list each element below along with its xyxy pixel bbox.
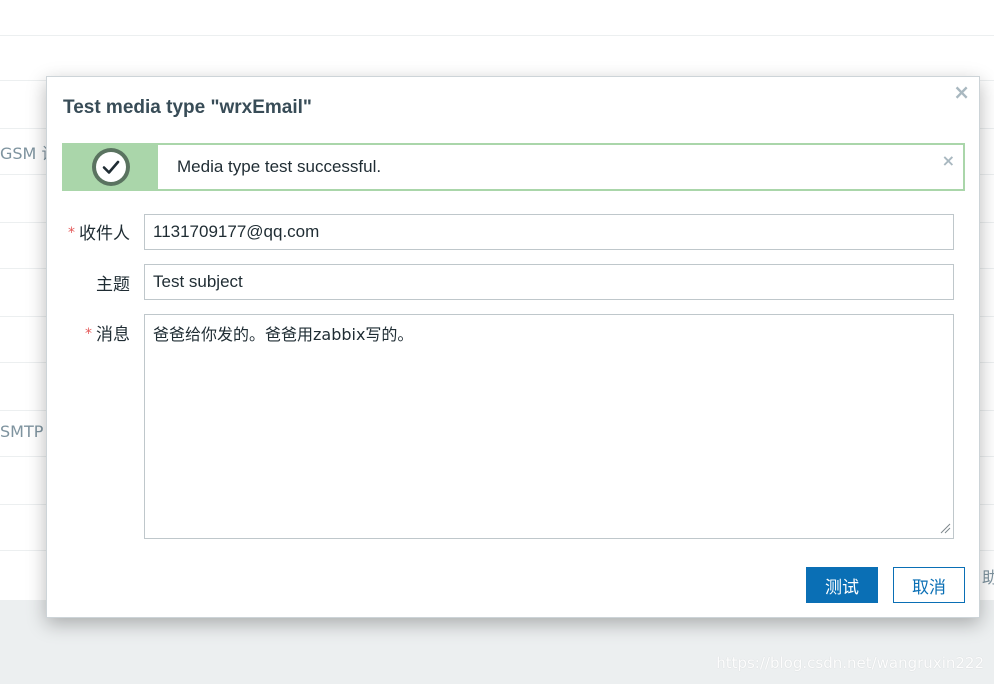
success-message: Media type test successful. × (62, 143, 965, 191)
message-text: Media type test successful. (177, 157, 382, 176)
dialog-title: Test media type "wrxEmail" (63, 97, 312, 118)
cancel-button[interactable]: 取消 (893, 567, 965, 603)
close-icon[interactable]: × (953, 82, 970, 102)
message-textarea[interactable]: 爸爸给你发的。爸爸用zabbix写的。 (144, 314, 954, 539)
message-label: * 消息 (85, 325, 130, 345)
required-marker: * (85, 326, 92, 342)
check-circle-icon (92, 148, 130, 186)
resize-handle-icon[interactable] (939, 522, 951, 534)
test-media-type-dialog: × Test media type "wrxEmail" Media type … (46, 76, 980, 618)
required-marker: * (68, 225, 75, 241)
recipient-label: * 收件人 (68, 224, 130, 244)
recipient-input[interactable] (144, 214, 954, 250)
subject-label: 主题 (96, 275, 130, 295)
watermark: https://blog.csdn.net/wangruxin222 (716, 654, 984, 672)
close-icon[interactable]: × (942, 151, 955, 170)
message-icon-area (64, 145, 158, 189)
test-button[interactable]: 测试 (806, 567, 878, 603)
subject-input[interactable] (144, 264, 954, 300)
